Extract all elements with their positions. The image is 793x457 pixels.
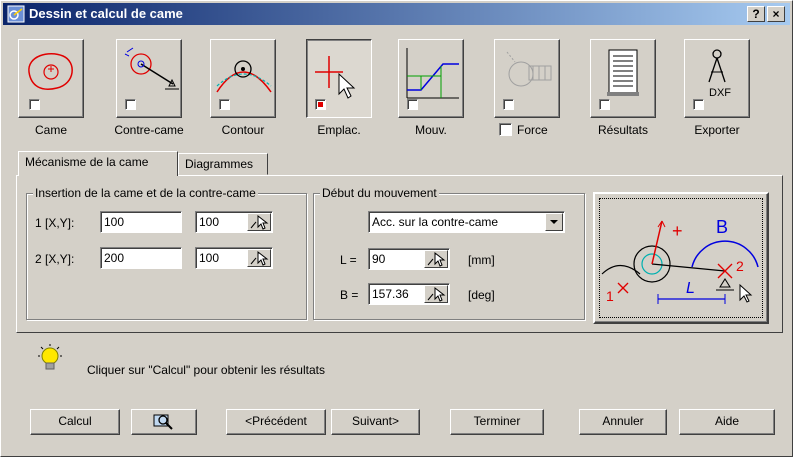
L-unit: [mm]	[468, 253, 495, 267]
came-checkbox[interactable]	[29, 99, 40, 110]
toolbar-button-exporter[interactable]: DXF	[684, 39, 750, 118]
row2-y-value: 100	[199, 251, 220, 265]
hint-text: Cliquer sur "Calcul" pour obtenir les ré…	[87, 363, 325, 377]
row2-x-input[interactable]: 200	[100, 247, 182, 269]
row1-pick-button[interactable]	[247, 213, 271, 231]
row1-y-input[interactable]: 100	[195, 211, 273, 233]
movement-group: Début du mouvement Acc. sur la contre-ca…	[313, 186, 585, 320]
previous-button[interactable]: <Précédent	[226, 409, 326, 435]
L-input[interactable]: 90	[368, 248, 450, 270]
toolbar-label-force: Force	[517, 123, 548, 137]
cancel-button[interactable]: Annuler	[579, 409, 667, 435]
contour-checkbox[interactable]	[219, 99, 230, 110]
row2-y-input[interactable]: 100	[195, 247, 273, 269]
toolbar-button-emplac[interactable]	[306, 39, 372, 118]
toolbar-button-contour[interactable]	[210, 39, 276, 118]
B-value: 157.36	[372, 287, 409, 301]
L-pick-button[interactable]	[424, 250, 448, 268]
L-value: 90	[372, 252, 386, 266]
toolbar-button-resultats[interactable]	[590, 39, 656, 118]
row2-label: 2 [X,Y]:	[35, 252, 75, 266]
preview-1: 1	[606, 288, 614, 304]
pick-cursor-icon	[427, 251, 446, 267]
tab-panel: Insertion de la came et de la contre-cam…	[16, 175, 783, 333]
toolbar-button-force[interactable]	[494, 39, 560, 118]
insertion-group: Insertion de la came et de la contre-cam…	[26, 186, 307, 320]
row1-x-input[interactable]: 100	[100, 211, 182, 233]
magnifier-icon	[153, 414, 173, 430]
B-input[interactable]: 157.36	[368, 283, 450, 305]
toolbar-label-emplac: Emplac.	[317, 123, 361, 137]
toolbar-label-exporter: Exporter	[694, 123, 740, 137]
mechanism-preview-icon: + B L 2 1	[601, 217, 759, 304]
pick-cursor-icon	[250, 250, 269, 266]
help-title-button[interactable]: ?	[747, 6, 765, 22]
mouv-checkbox[interactable]	[407, 99, 418, 110]
dialog-window: Dessin et calcul de came ? × DXF Came Co…	[0, 0, 793, 457]
toolbar-button-came[interactable]	[18, 39, 84, 118]
mode-select-value: Acc. sur la contre-came	[372, 215, 499, 229]
finish-button[interactable]: Terminer	[450, 409, 544, 435]
app-icon	[7, 5, 25, 23]
pick-cursor-icon	[427, 286, 446, 302]
calcul-button[interactable]: Calcul	[30, 409, 120, 435]
lightbulb-icon	[38, 344, 62, 370]
toolbar-label-contour: Contour	[221, 123, 265, 137]
force-icon-checkbox[interactable]	[503, 99, 514, 110]
preview-B: B	[716, 217, 728, 237]
B-unit: [deg]	[468, 288, 495, 302]
zoom-button[interactable]	[131, 409, 197, 435]
contre-came-checkbox[interactable]	[125, 99, 136, 110]
tab-diagrammes[interactable]: Diagrammes	[178, 153, 268, 175]
tab-mecanisme[interactable]: Mécanisme de la came	[18, 151, 178, 176]
dxf-icon-text: DXF	[709, 87, 731, 99]
B-label: B =	[340, 288, 359, 302]
row2-pick-button[interactable]	[247, 249, 271, 267]
row1-y-value: 100	[199, 215, 220, 229]
mode-dropdown-button[interactable]	[545, 213, 563, 231]
preview-L: L	[686, 280, 695, 297]
exporter-checkbox[interactable]	[693, 99, 704, 110]
preview-focus: + B L 2 1	[599, 198, 763, 318]
L-label: L =	[340, 253, 357, 267]
emplac-checkbox[interactable]	[315, 99, 326, 110]
window-title: Dessin et calcul de came	[29, 6, 183, 21]
title-bar: Dessin et calcul de came ? ×	[3, 3, 790, 25]
force-checkbox[interactable]	[499, 123, 512, 136]
toolbar-label-came: Came	[34, 123, 67, 137]
toolbar-button-mouv[interactable]	[398, 39, 464, 118]
row1-label: 1 [X,Y]:	[35, 216, 75, 230]
B-pick-button[interactable]	[424, 285, 448, 303]
movement-legend: Début du mouvement	[320, 186, 439, 200]
toolbar-label-mouv: Mouv.	[415, 123, 447, 137]
chevron-down-icon	[550, 220, 558, 224]
next-button[interactable]: Suivant>	[331, 409, 420, 435]
mode-select[interactable]: Acc. sur la contre-came	[368, 211, 565, 233]
toolbar-label-resultats: Résultats	[597, 123, 649, 137]
close-title-button[interactable]: ×	[767, 6, 785, 22]
preview-button[interactable]: + B L 2 1	[593, 192, 769, 324]
pick-cursor-icon	[250, 214, 269, 230]
preview-plus: +	[672, 221, 683, 241]
help-button[interactable]: Aide	[679, 409, 775, 435]
preview-2: 2	[736, 258, 744, 274]
toolbar-label-contre-came: Contre-came	[114, 123, 184, 137]
toolbar-button-contre-came[interactable]	[116, 39, 182, 118]
resultats-checkbox[interactable]	[599, 99, 610, 110]
insertion-legend: Insertion de la came et de la contre-cam…	[33, 186, 258, 200]
